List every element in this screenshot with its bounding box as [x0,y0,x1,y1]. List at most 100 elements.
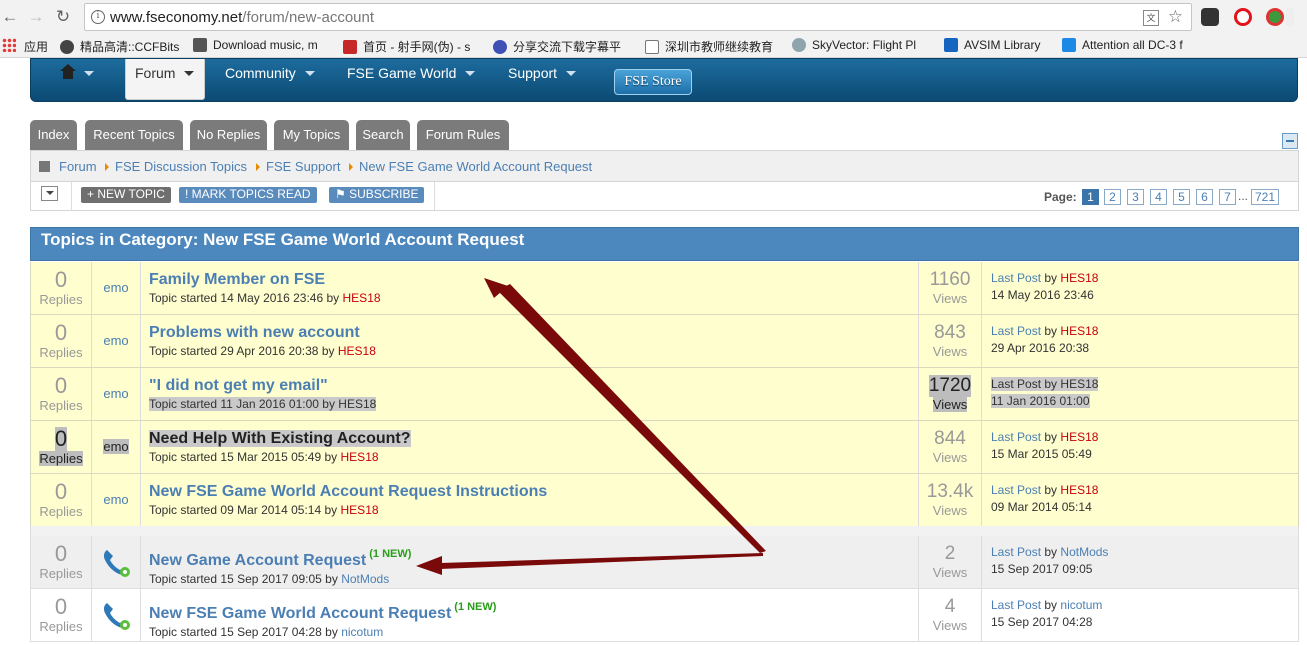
site-icon [1062,38,1076,52]
back-icon[interactable]: ← [0,6,20,28]
author-link[interactable]: HES18 [341,450,379,464]
bookmark[interactable]: 精品高清::CCFBits [60,38,179,55]
topic-title-link[interactable]: "I did not get my email" [149,376,918,396]
extension-icon[interactable] [1266,8,1284,26]
caret-icon [184,71,195,76]
emo-icon: emo [92,315,141,367]
last-post-cell: Last Post by NotMods 15 Sep 2017 09:05 [991,545,1109,576]
apps-icon[interactable] [2,38,16,52]
collapse-icon[interactable] [1282,133,1298,149]
last-post-link[interactable]: Last Post [991,430,1041,444]
category-title: Topics in Category: New FSE Game World A… [30,227,1299,261]
author-link[interactable]: HES18 [341,503,379,517]
new-topic-button[interactable]: + NEW TOPIC [81,187,171,203]
page-link[interactable]: 3 [1127,189,1144,205]
author-link[interactable]: HES18 [1060,483,1098,497]
author-link[interactable]: NotMods [341,572,389,586]
page-link-current[interactable]: 1 [1082,189,1099,205]
bookmark[interactable]: 深圳市教师继续教育 [645,38,773,55]
fse-store-button[interactable]: FSE Store [614,69,692,95]
star-icon[interactable]: ☆ [1168,7,1183,27]
mark-topics-read-button[interactable]: ! MARK TOPICS READ [179,187,317,203]
breadcrumb-support[interactable]: FSE Support [266,159,340,174]
last-post-link[interactable]: Last Post [991,545,1041,559]
page-link[interactable]: 6 [1196,189,1213,205]
reload-icon[interactable]: ↻ [53,6,73,28]
breadcrumb-category[interactable]: New FSE Game World Account Request [359,159,592,174]
author-link[interactable]: HES18 [1060,271,1098,285]
breadcrumb-forum[interactable]: Forum [59,159,97,174]
exclamation-icon: ! [185,187,192,201]
info-icon[interactable]: i [91,10,105,24]
topic-title-link[interactable]: New FSE Game World Account Request (1 NEW… [149,597,918,624]
topic-cell: New FSE Game World Account Request Instr… [141,474,919,526]
opera-icon[interactable] [1234,8,1252,26]
tab-my-topics[interactable]: My Topics [274,120,349,150]
phone-icon [101,599,131,631]
breadcrumb-discussion[interactable]: FSE Discussion Topics [115,159,247,174]
bookmark[interactable]: AVSIM Library [944,38,1040,52]
last-post-link[interactable]: Last Post [991,271,1041,285]
translate-icon[interactable]: 文 [1143,10,1159,26]
page-link[interactable]: 4 [1150,189,1167,205]
moon-icon [60,40,74,54]
author-link[interactable]: HES18 [1060,430,1098,444]
table-row: 0 Replies New FSE Game World Account Requ… [30,589,1299,642]
topic-title-link[interactable]: Need Help With Existing Account? [149,429,918,449]
last-post-link[interactable]: Last Post [991,377,1041,391]
tab-recent-topics[interactable]: Recent Topics [85,120,183,150]
author-link[interactable]: nicotum [341,625,383,639]
topic-title-link[interactable]: New FSE Game World Account Request Instr… [149,482,918,502]
tab-no-replies[interactable]: No Replies [190,120,267,150]
last-post-link[interactable]: Last Post [991,598,1041,612]
nav-community[interactable]: Community [225,59,315,99]
topic-title-link[interactable]: New Game Account Request (1 NEW) [149,544,918,571]
topic-cell: New FSE Game World Account Request (1 NEW… [141,589,919,641]
emo-icon: emo [92,368,141,420]
nav-game-world[interactable]: FSE Game World [347,59,476,99]
caret-icon [465,71,476,76]
breadcrumb-separator-icon [105,163,109,171]
bookmark[interactable]: 应用 [24,38,48,55]
bookmark[interactable]: 分享交流下载字幕平 [493,38,621,55]
author-link[interactable]: nicotum [1060,598,1102,612]
page-link[interactable]: 7 [1219,189,1236,205]
topic-title-link[interactable]: Problems with new account [149,323,918,343]
menu-icon[interactable] [1286,8,1294,26]
bookmark[interactable]: 首页 - 射手网(伪) - s [343,38,470,55]
bookmark[interactable]: SkyVector: Flight Pl [792,38,916,52]
page-link-last[interactable]: 721 [1251,189,1280,205]
breadcrumb-separator-icon [349,163,353,171]
last-post-link[interactable]: Last Post [991,324,1041,338]
flag-icon: ⚑ [335,187,350,201]
forward-icon[interactable]: → [26,6,46,28]
author-link[interactable]: HES18 [343,291,381,305]
emo-icon: emo [92,474,141,526]
author-link[interactable]: HES18 [1060,377,1098,391]
views-cell: 4 Views [919,589,982,641]
car-icon [193,38,207,52]
nav-support[interactable]: Support [508,59,577,99]
author-link[interactable]: HES18 [1060,324,1098,338]
tab-forum-rules[interactable]: Forum Rules [417,120,509,150]
last-post-cell: Last Post by HES18 09 Mar 2014 05:14 [991,483,1099,514]
author-link[interactable]: HES18 [338,344,376,358]
page-link[interactable]: 2 [1104,189,1121,205]
page-link[interactable]: 5 [1173,189,1190,205]
nav-forum[interactable]: Forum [125,59,205,100]
bookmark[interactable]: Attention all DC-3 f [1062,38,1183,52]
extension-icon[interactable] [1201,8,1219,26]
topic-title-link[interactable]: Family Member on FSE [149,270,918,290]
plane-icon [944,38,958,52]
address-bar[interactable]: i www.fseconomy.net/forum/new-account 文 … [84,3,1192,31]
url-text: www.fseconomy.net/forum/new-account [110,9,375,26]
bookmark[interactable]: Download music, m [193,38,318,52]
last-post-link[interactable]: Last Post [991,483,1041,497]
subscribe-button[interactable]: ⚑ SUBSCRIBE [329,187,425,203]
author-link[interactable]: HES18 [338,397,376,411]
dropdown-toggle[interactable] [41,186,58,201]
tab-index[interactable]: Index [30,120,77,150]
tab-search[interactable]: Search [356,120,410,150]
author-link[interactable]: NotMods [1060,545,1108,559]
home-menu[interactable] [60,59,109,99]
